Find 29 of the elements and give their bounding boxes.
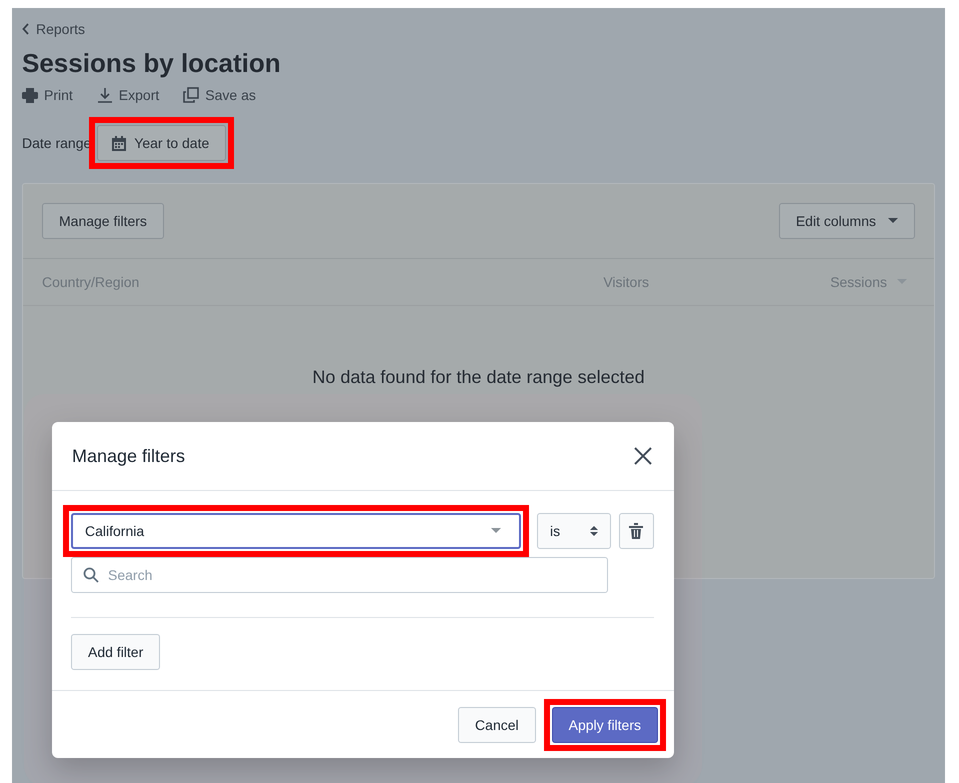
page-title: Sessions by location: [22, 48, 282, 79]
action-button[interactable]: Save as: [183, 87, 256, 103]
download-icon: [96, 87, 113, 103]
operator-select[interactable]: is: [537, 513, 611, 549]
date-range-button[interactable]: Year to date: [97, 125, 226, 161]
caret-down-icon: [888, 218, 898, 224]
dialog-title: Manage filters: [72, 446, 186, 466]
manage-filters-button[interactable]: Manage filters: [42, 203, 164, 239]
back-link-label[interactable]: Reports: [36, 21, 86, 37]
delete-button[interactable]: [618, 513, 654, 549]
printer-icon: [22, 88, 38, 102]
close-icon: [634, 447, 652, 465]
calendar-icon: [112, 136, 126, 150]
chevron-left-icon: [22, 23, 30, 35]
back-link[interactable]: Reports: [22, 20, 935, 38]
action-button[interactable]: Export: [96, 87, 160, 103]
edit-columns-button[interactable]: Edit columns: [778, 203, 915, 239]
apply-button[interactable]: Apply filters: [552, 707, 658, 743]
search-field[interactable]: Search: [71, 557, 608, 593]
trash-icon: [629, 523, 644, 539]
filter-value-field[interactable]: California: [71, 513, 521, 549]
copy-icon: [183, 87, 200, 103]
caret-down-icon: [491, 528, 501, 534]
search-icon: [83, 567, 99, 583]
cancel-button[interactable]: Cancel: [458, 707, 536, 743]
up-down-arrows-icon: [590, 525, 598, 537]
add-filter-button[interactable]: Add filter: [71, 634, 160, 670]
empty-state-message: No data found for the date range selected: [312, 367, 645, 388]
action-button[interactable]: Print: [22, 87, 73, 103]
